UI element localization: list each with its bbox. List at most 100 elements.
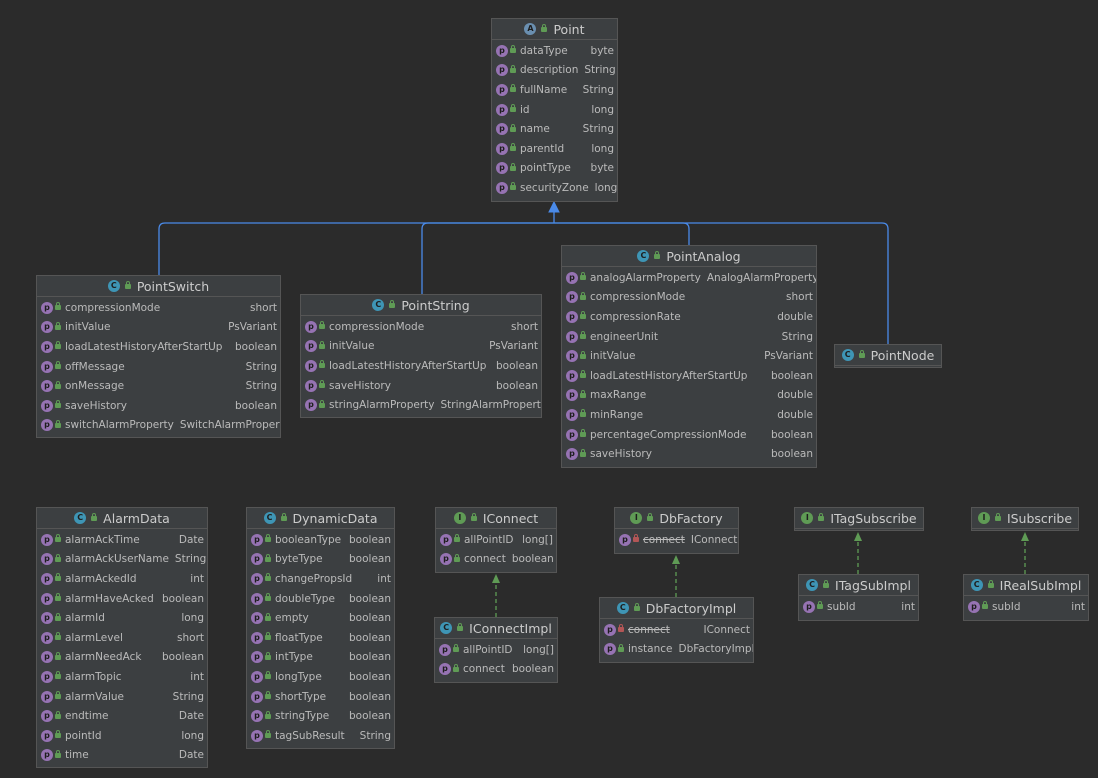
- field-row[interactable]: p initValue PsVariant: [301, 337, 541, 357]
- field-row[interactable]: p alarmTopic int: [37, 667, 207, 687]
- field-name: parentId: [520, 142, 565, 155]
- class-box-point-node[interactable]: C PointNode: [834, 344, 942, 368]
- field-row[interactable]: p endtime Date: [37, 706, 207, 726]
- field-row[interactable]: p percentageCompressionMode boolean: [562, 425, 816, 445]
- field-row[interactable]: p description String: [492, 61, 617, 81]
- field-row[interactable]: p compressionMode short: [301, 317, 541, 337]
- field-row[interactable]: p stringAlarmProperty StringAlarmProperty: [301, 395, 541, 415]
- field-row[interactable]: p maxRange double: [562, 386, 816, 406]
- field-row[interactable]: p analogAlarmProperty AnalogAlarmProperty: [562, 268, 816, 288]
- field-row[interactable]: p shortType boolean: [247, 687, 394, 707]
- property-icon: p: [41, 749, 53, 762]
- field-row[interactable]: p switchAlarmProperty SwitchAlarmProperty: [37, 416, 280, 436]
- field-row[interactable]: p floatType boolean: [247, 628, 394, 648]
- field-row[interactable]: p loadLatestHistoryAfterStartUp boolean: [301, 356, 541, 376]
- field-row[interactable]: p alarmValue String: [37, 687, 207, 707]
- property-icon: p: [41, 651, 53, 664]
- field-name: connect: [463, 663, 505, 676]
- field-row[interactable]: p alarmNeedAck boolean: [37, 648, 207, 668]
- field-row[interactable]: p pointType byte: [492, 159, 617, 179]
- field-row[interactable]: p intType boolean: [247, 648, 394, 668]
- field-row[interactable]: p initValue PsVariant: [562, 346, 816, 366]
- field-row[interactable]: p alarmLevel short: [37, 628, 207, 648]
- field-row[interactable]: p allPointID long[]: [435, 640, 557, 660]
- field-name: doubleType: [275, 592, 335, 605]
- field-name: longType: [275, 670, 322, 683]
- class-header: C IRealSubImpl: [964, 575, 1088, 596]
- field-row[interactable]: p compressionMode short: [562, 288, 816, 308]
- class-box-i-tag-sub-impl[interactable]: C ITagSubImpl p subId int: [798, 574, 919, 621]
- class-box-i-real-sub-impl[interactable]: C IRealSubImpl p subId int: [963, 574, 1089, 621]
- field-row[interactable]: p allPointID long[]: [436, 530, 556, 550]
- class-icon: C: [970, 579, 983, 591]
- field-row[interactable]: p pointId long: [37, 726, 207, 746]
- field-row[interactable]: p engineerUnit String: [562, 327, 816, 347]
- field-row[interactable]: p dataType byte: [492, 41, 617, 61]
- class-box-i-subscribe[interactable]: I ISubscribe: [971, 507, 1079, 531]
- public-visibility-icon: [55, 632, 61, 641]
- class-box-dynamic-data[interactable]: C DynamicData p booleanType boolean p byteType…: [246, 507, 395, 749]
- class-box-point-analog[interactable]: C PointAnalog p analogAlarmProperty AnalogAl…: [561, 245, 817, 468]
- field-row[interactable]: p saveHistory boolean: [301, 376, 541, 396]
- field-row[interactable]: p alarmAckUserName String: [37, 550, 207, 570]
- field-row[interactable]: p byteType boolean: [247, 550, 394, 570]
- field-row[interactable]: p changePropsId int: [247, 569, 394, 589]
- class-box-alarm-data[interactable]: C AlarmData p alarmAckTime Date p alarmAckUser…: [36, 507, 208, 768]
- field-row[interactable]: p alarmAckTime Date: [37, 530, 207, 550]
- field-row[interactable]: p booleanType boolean: [247, 530, 394, 550]
- property-icon: p: [440, 553, 452, 566]
- field-row[interactable]: p initValue PsVariant: [37, 318, 280, 338]
- field-row[interactable]: p doubleType boolean: [247, 589, 394, 609]
- field-row[interactable]: p fullName String: [492, 80, 617, 100]
- field-row[interactable]: p instance DbFactoryImpl: [600, 640, 753, 660]
- property-icon: p: [566, 350, 578, 363]
- field-row[interactable]: p id long: [492, 100, 617, 120]
- field-row[interactable]: p alarmId long: [37, 608, 207, 628]
- field-row[interactable]: p compressionMode short: [37, 298, 280, 318]
- field-row[interactable]: p longType boolean: [247, 667, 394, 687]
- class-box-db-factory[interactable]: I DbFactory p connect IConnect: [614, 507, 739, 554]
- class-box-point[interactable]: A Point p dataType byte p description String p fu…: [491, 18, 618, 202]
- field-row[interactable]: p connect boolean: [435, 660, 557, 680]
- field-row[interactable]: p compressionRate double: [562, 307, 816, 327]
- field-row[interactable]: p saveHistory boolean: [562, 444, 816, 464]
- class-box-point-string[interactable]: C PointString p compressionMode short p initVa…: [300, 294, 542, 418]
- public-visibility-icon: [55, 691, 61, 700]
- field-row[interactable]: p alarmHaveAcked boolean: [37, 589, 207, 609]
- field-row[interactable]: p offMessage String: [37, 357, 280, 377]
- class-box-db-factory-impl[interactable]: C DbFactoryImpl p connect IConnect p instance D…: [599, 597, 754, 663]
- field-type: long: [591, 103, 614, 116]
- public-visibility-icon: [55, 341, 61, 350]
- class-box-i-tag-subscribe[interactable]: I ITagSubscribe: [794, 507, 924, 531]
- public-visibility-icon: [389, 299, 396, 308]
- field-row[interactable]: p connect IConnect: [600, 620, 753, 640]
- field-row[interactable]: p saveHistory boolean: [37, 396, 280, 416]
- field-row[interactable]: p parentId long: [492, 139, 617, 159]
- public-visibility-icon: [319, 380, 325, 389]
- field-row[interactable]: p tagSubResult String: [247, 726, 394, 746]
- field-row[interactable]: p connect boolean: [436, 550, 556, 570]
- field-name: loadLatestHistoryAfterStartUp: [65, 340, 223, 353]
- field-row[interactable]: p subId int: [964, 597, 1088, 617]
- public-visibility-icon: [510, 45, 516, 54]
- field-row[interactable]: p empty boolean: [247, 608, 394, 628]
- field-row[interactable]: p loadLatestHistoryAfterStartUp boolean: [37, 337, 280, 357]
- field-name: shortType: [275, 690, 327, 703]
- field-row[interactable]: p time Date: [37, 746, 207, 766]
- field-row[interactable]: p loadLatestHistoryAfterStartUp boolean: [562, 366, 816, 386]
- public-visibility-icon: [124, 280, 131, 289]
- field-row[interactable]: p securityZone long: [492, 178, 617, 198]
- field-row[interactable]: p stringType boolean: [247, 706, 394, 726]
- field-row[interactable]: p onMessage String: [37, 376, 280, 396]
- field-row[interactable]: p subId int: [799, 597, 918, 617]
- field-row[interactable]: p alarmAckedId int: [37, 569, 207, 589]
- field-row[interactable]: p connect IConnect: [615, 530, 738, 550]
- field-name: offMessage: [65, 360, 125, 373]
- field-name: id: [520, 103, 530, 116]
- field-row[interactable]: p name String: [492, 119, 617, 139]
- property-icon: p: [496, 162, 508, 175]
- class-box-point-switch[interactable]: C PointSwitch p compressionMode short p initVa…: [36, 275, 281, 438]
- field-row[interactable]: p minRange double: [562, 405, 816, 425]
- class-box-i-connect-impl[interactable]: C IConnectImpl p allPointID long[] p connect bo…: [434, 617, 558, 683]
- class-box-i-connect[interactable]: I IConnect p allPointID long[] p connect boolea…: [435, 507, 557, 573]
